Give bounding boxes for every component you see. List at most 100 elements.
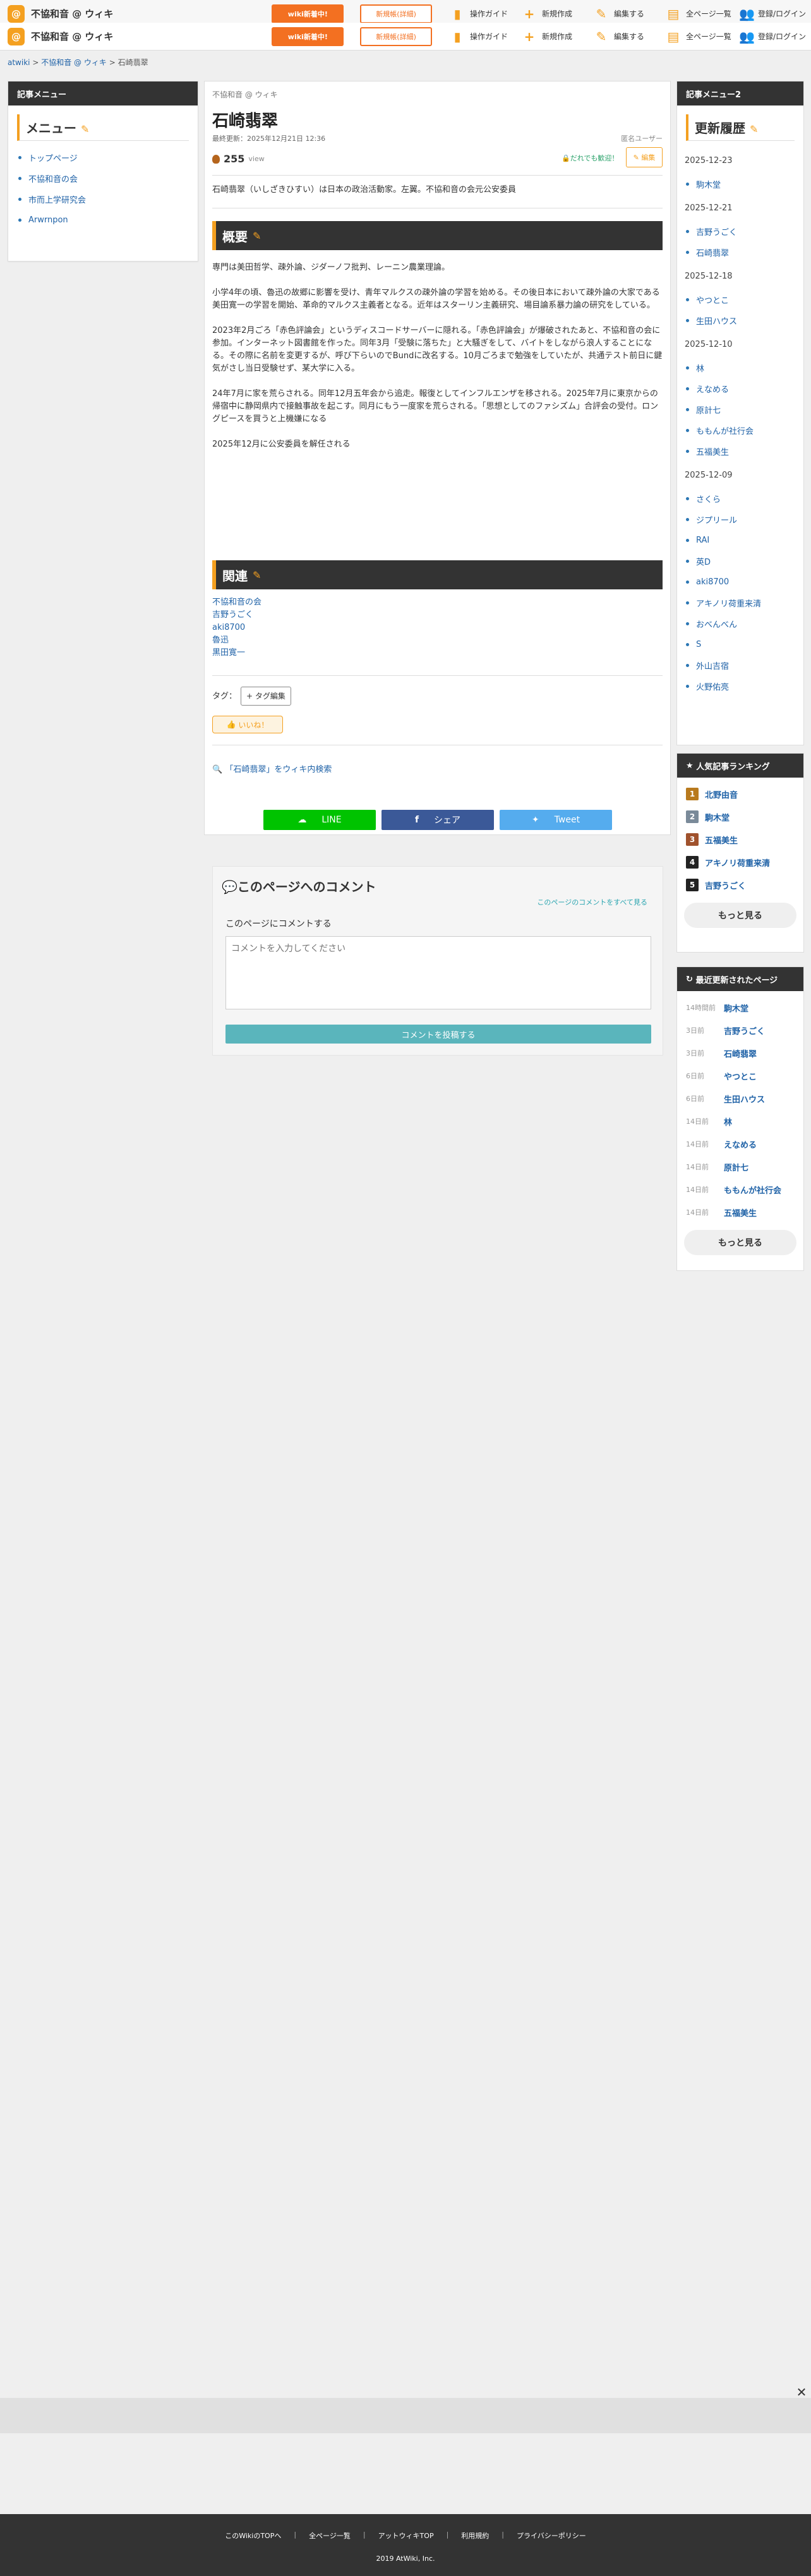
- recent-item[interactable]: 14日前 林: [677, 1110, 803, 1133]
- tag-edit-button[interactable]: + タグ編集: [241, 687, 291, 706]
- recent-item[interactable]: 14日前 五福美生: [677, 1201, 803, 1224]
- history-link[interactable]: 吉野うごく: [696, 226, 737, 238]
- pencil-icon[interactable]: ✎: [81, 123, 89, 135]
- history-link[interactable]: 林: [696, 362, 704, 374]
- history-link[interactable]: 駒木堂: [696, 178, 721, 190]
- facebook-share-button[interactable]: f シェア: [381, 810, 494, 830]
- like-button[interactable]: 👍 いいね！: [212, 716, 283, 733]
- recent-item[interactable]: 14時間前 駒木堂: [677, 996, 803, 1019]
- rank-link[interactable]: 吉野うごく: [705, 879, 746, 891]
- recent-item[interactable]: 6日前 やつとこ: [677, 1064, 803, 1087]
- rank-link[interactable]: アキノリ荷重来清: [705, 857, 770, 869]
- breadcrumb-wiki[interactable]: 不協和音 @ ウィキ: [41, 58, 107, 67]
- history-link[interactable]: やつとこ: [696, 294, 729, 306]
- history-link[interactable]: 原計七: [696, 404, 721, 416]
- ranking-item[interactable]: 1 北野由音: [677, 783, 803, 805]
- history-link[interactable]: 火野佑亮: [696, 680, 729, 692]
- history-item[interactable]: 五福美生: [686, 441, 803, 462]
- history-item[interactable]: S: [686, 634, 803, 655]
- footer-link[interactable]: プライバシーポリシー: [510, 2531, 592, 2541]
- history-item[interactable]: おべんべん: [686, 613, 803, 634]
- history-link[interactable]: さくら: [696, 493, 721, 505]
- wiki-search-link[interactable]: 🔍 「石崎翡翠」をウィキ内検索: [212, 762, 332, 774]
- history-link[interactable]: 外山吉宿: [696, 659, 729, 671]
- related-link[interactable]: 不協和音の会: [212, 598, 261, 607]
- related-link[interactable]: 黒田寛一: [212, 648, 245, 658]
- site-title[interactable]: 不協和音 @ ウィキ: [31, 7, 189, 20]
- pencil-icon[interactable]: ✎: [253, 569, 261, 581]
- history-item[interactable]: えなめる: [686, 378, 803, 399]
- nav-new[interactable]: + 新規作成: [523, 29, 595, 44]
- recent-item[interactable]: 6日前 生田ハウス: [677, 1087, 803, 1110]
- nav-login[interactable]: 👥 登録/ログイン: [739, 29, 811, 44]
- history-item[interactable]: aki8700: [686, 572, 803, 593]
- recent-item[interactable]: 14日前 ももんが社行会: [677, 1178, 803, 1201]
- recent-item[interactable]: 14日前 原計七: [677, 1155, 803, 1178]
- wiki-new-button[interactable]: wiki新着中!: [272, 27, 344, 46]
- nav-pages[interactable]: ▤ 全ページ一覧: [667, 6, 739, 21]
- comment-input[interactable]: [225, 936, 651, 1009]
- recent-link[interactable]: 林: [724, 1116, 732, 1128]
- pencil-icon[interactable]: ✎: [750, 123, 758, 135]
- menu-link[interactable]: 不協和音の会: [28, 172, 78, 184]
- recent-link[interactable]: 駒木堂: [724, 1002, 748, 1014]
- history-item[interactable]: ももんが社行会: [686, 420, 803, 441]
- recent-link[interactable]: 吉野うごく: [724, 1025, 765, 1037]
- related-link[interactable]: 魯迅: [212, 635, 229, 645]
- recent-link[interactable]: 生田ハウス: [724, 1093, 765, 1105]
- history-link[interactable]: 石崎翡翠: [696, 246, 729, 258]
- comment-submit-button[interactable]: コメントを投稿する: [225, 1025, 651, 1044]
- history-item[interactable]: 吉野うごく: [686, 221, 803, 242]
- recent-link[interactable]: 原計七: [724, 1161, 748, 1173]
- recent-more-button[interactable]: もっと見る: [684, 1230, 796, 1255]
- footer-link[interactable]: 全ページ一覧: [303, 2531, 357, 2541]
- recent-link[interactable]: ももんが社行会: [724, 1184, 781, 1196]
- history-item[interactable]: 生田ハウス: [686, 310, 803, 331]
- menu-item[interactable]: 不協和音の会: [18, 168, 198, 189]
- recent-link[interactable]: 五福美生: [724, 1207, 757, 1219]
- pencil-icon[interactable]: ✎: [253, 230, 261, 242]
- ranking-item[interactable]: 3 五福美生: [677, 828, 803, 851]
- recent-item[interactable]: 14日前 えなめる: [677, 1133, 803, 1155]
- menu-link[interactable]: 市而上学研究会: [28, 193, 86, 205]
- breadcrumb-atwiki[interactable]: atwiki: [8, 58, 30, 67]
- menu-link[interactable]: Arwrnpon: [28, 215, 68, 225]
- menu-link[interactable]: トップページ: [28, 152, 78, 164]
- nav-login[interactable]: 👥 登録/ログイン: [739, 6, 811, 21]
- twitter-share-button[interactable]: ✦ Tweet: [500, 810, 612, 830]
- related-link[interactable]: 吉野うごく: [212, 610, 253, 620]
- recent-link[interactable]: えなめる: [724, 1138, 757, 1150]
- nav-guide[interactable]: ▮ 操作ガイド: [451, 6, 523, 21]
- history-link[interactable]: aki8700: [696, 577, 729, 587]
- menu-item[interactable]: Arwrnpon: [18, 210, 198, 231]
- rank-link[interactable]: 駒木堂: [705, 811, 730, 823]
- history-item[interactable]: 駒木堂: [686, 174, 803, 195]
- site-logo-icon[interactable]: @: [8, 4, 25, 23]
- history-link[interactable]: アキノリ荷重来清: [696, 597, 761, 609]
- footer-link[interactable]: 利用規約: [455, 2531, 495, 2541]
- nav-edit[interactable]: ✎ 編集する: [595, 6, 667, 21]
- history-link[interactable]: 生田ハウス: [696, 315, 737, 327]
- view-all-comments-link[interactable]: このページのコメントをすべて見る: [537, 897, 647, 907]
- rank-link[interactable]: 北野由音: [705, 788, 738, 800]
- ranking-item[interactable]: 5 吉野うごく: [677, 874, 803, 896]
- new-wiki-button[interactable]: 新規帳(詳細): [360, 27, 432, 46]
- history-link[interactable]: おべんべん: [696, 618, 737, 630]
- nav-new[interactable]: + 新規作成: [523, 6, 595, 21]
- ranking-more-button[interactable]: もっと見る: [684, 903, 796, 928]
- wiki-new-button[interactable]: wiki新着中!: [272, 4, 344, 23]
- close-icon[interactable]: ✕: [795, 2385, 808, 2400]
- history-item[interactable]: 英D: [686, 551, 803, 572]
- footer-link[interactable]: アットウィキTOP: [372, 2531, 440, 2541]
- history-item[interactable]: さくら: [686, 488, 803, 509]
- ranking-item[interactable]: 2 駒木堂: [677, 805, 803, 828]
- history-item[interactable]: 原計七: [686, 399, 803, 420]
- history-item[interactable]: RAI: [686, 530, 803, 551]
- nav-edit[interactable]: ✎ 編集する: [595, 29, 667, 44]
- wiki-search-text[interactable]: 「石崎翡翠」をウィキ内検索: [225, 765, 332, 774]
- history-item[interactable]: やつとこ: [686, 289, 803, 310]
- history-link[interactable]: 五福美生: [696, 445, 729, 457]
- ranking-item[interactable]: 4 アキノリ荷重来清: [677, 851, 803, 874]
- history-item[interactable]: 石崎翡翠: [686, 242, 803, 263]
- recent-item[interactable]: 3日前 石崎翡翠: [677, 1042, 803, 1064]
